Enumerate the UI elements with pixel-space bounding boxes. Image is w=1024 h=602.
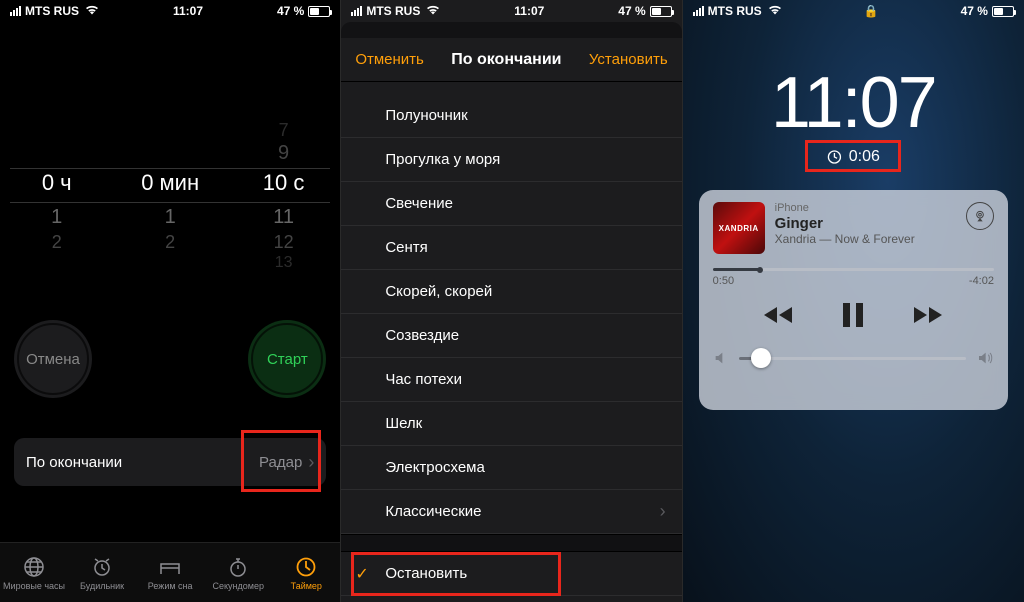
bed-icon	[158, 555, 182, 579]
battery-pct: 47 %	[277, 4, 304, 18]
time-picker[interactable]: 0 ч 1 2 0 мин 1 2 7 9 10 с 11 12 13	[0, 120, 340, 280]
sound-list[interactable]: Полуночник Прогулка у моря Свечение Сент…	[341, 94, 681, 602]
sound-item[interactable]: Скорей, скорей	[341, 270, 681, 314]
signal-icon	[351, 6, 362, 16]
carrier: MTS RUS	[366, 4, 420, 18]
sound-item[interactable]: Свечение	[341, 182, 681, 226]
seconds-col[interactable]: 7 9 10 с 11 12 13	[227, 120, 340, 280]
forward-button[interactable]	[912, 303, 944, 330]
tab-stopwatch[interactable]: Секундомер	[204, 543, 272, 602]
progress-bar[interactable]: 0:50 -4:02	[713, 268, 994, 287]
cancel-button[interactable]: Отменить	[355, 51, 424, 68]
sound-item[interactable]: Полуночник	[341, 94, 681, 138]
set-button[interactable]: Установить	[589, 51, 668, 68]
alarm-icon	[90, 555, 114, 579]
when-label: По окончании	[26, 454, 122, 471]
sound-item[interactable]: Шелк	[341, 402, 681, 446]
hours-col[interactable]: 0 ч 1 2	[0, 120, 113, 280]
track-subtitle: Xandria — Now & Forever	[775, 232, 956, 246]
chevron-right-icon: ›	[308, 452, 314, 473]
sound-item[interactable]: Электросхема	[341, 446, 681, 490]
timer-screen: MTS RUS 11:07 47 % 0 ч 1 2 0 мин 1 2	[0, 0, 341, 602]
elapsed-time: 0:50	[713, 275, 734, 287]
battery-icon	[992, 6, 1014, 17]
classic-sounds-row[interactable]: Классические ›	[341, 490, 681, 534]
tab-alarm[interactable]: Будильник	[68, 543, 136, 602]
when-timer-ends-row[interactable]: По окончании Радар ›	[14, 438, 326, 486]
battery-pct: 47 %	[961, 4, 988, 18]
carrier: MTS RUS	[25, 4, 79, 18]
minutes-col[interactable]: 0 мин 1 2	[113, 120, 226, 280]
battery-pct: 47 %	[618, 4, 645, 18]
status-bar: MTS RUS 11:07 47 %	[341, 0, 681, 22]
lock-time: 11:07	[683, 62, 1024, 144]
chevron-right-icon: ›	[660, 501, 666, 522]
sound-picker-sheet: MTS RUS 11:07 47 % Отменить По окончании…	[341, 0, 682, 602]
wifi-icon	[426, 4, 440, 18]
lock-icon: 🔒	[864, 4, 879, 18]
tab-label: Будильник	[80, 581, 124, 591]
seconds-selected: 10 с	[227, 170, 340, 196]
carrier: MTS RUS	[708, 4, 762, 18]
globe-icon	[22, 555, 46, 579]
status-bar: MTS RUS 11:07 47 %	[0, 0, 340, 22]
lock-screen: MTS RUS 🔒 47 % 11:07 0:06 XANDRIA iPhone…	[683, 0, 1024, 602]
tab-label: Режим сна	[148, 581, 193, 591]
volume-low-icon	[713, 350, 729, 366]
sheet-header: Отменить По окончании Установить	[341, 38, 681, 82]
media-source: iPhone	[775, 202, 956, 214]
pause-button[interactable]	[840, 301, 866, 332]
album-art: XANDRIA	[713, 202, 765, 254]
remaining-time: -4:02	[969, 275, 994, 287]
when-value: Радар	[259, 454, 302, 471]
status-bar: MTS RUS 🔒 47 %	[683, 0, 1024, 22]
tab-sleep[interactable]: Режим сна	[136, 543, 204, 602]
status-time: 11:07	[173, 4, 203, 18]
wifi-icon	[768, 4, 782, 18]
volume-slider[interactable]	[713, 350, 994, 366]
wifi-icon	[85, 4, 99, 18]
sound-item[interactable]: Час потехи	[341, 358, 681, 402]
stopwatch-icon	[226, 555, 250, 579]
minutes-selected: 0 мин	[113, 170, 226, 196]
tab-world-clock[interactable]: Мировые часы	[0, 543, 68, 602]
timer-icon	[827, 149, 843, 165]
sound-item[interactable]: Прогулка у моря	[341, 138, 681, 182]
cancel-button[interactable]: Отмена	[14, 320, 92, 398]
timer-icon	[294, 555, 318, 579]
timer-remaining: 0:06	[827, 148, 880, 166]
airplay-button[interactable]	[966, 202, 994, 230]
sheet-title: По окончании	[451, 51, 561, 69]
status-time: 11:07	[514, 4, 544, 18]
stop-playing-row[interactable]: ✓ Остановить	[341, 552, 681, 596]
volume-high-icon	[976, 350, 994, 366]
tab-timer[interactable]: Таймер	[272, 543, 340, 602]
tab-label: Мировые часы	[3, 581, 65, 591]
signal-icon	[10, 6, 21, 16]
battery-icon	[308, 6, 330, 17]
tab-bar: Мировые часы Будильник Режим сна Секундо…	[0, 542, 340, 602]
tab-label: Секундомер	[212, 581, 263, 591]
battery-icon	[650, 6, 672, 17]
start-button[interactable]: Старт	[248, 320, 326, 398]
tab-label: Таймер	[291, 581, 322, 591]
checkmark-icon: ✓	[355, 564, 368, 584]
hours-selected: 0 ч	[0, 170, 113, 196]
track-title: Ginger	[775, 215, 956, 232]
sound-item[interactable]: Созвездие	[341, 314, 681, 358]
media-widget: XANDRIA iPhone Ginger Xandria — Now & Fo…	[699, 190, 1008, 410]
rewind-button[interactable]	[762, 303, 794, 330]
sound-item[interactable]: Сентя	[341, 226, 681, 270]
signal-icon	[693, 6, 704, 16]
